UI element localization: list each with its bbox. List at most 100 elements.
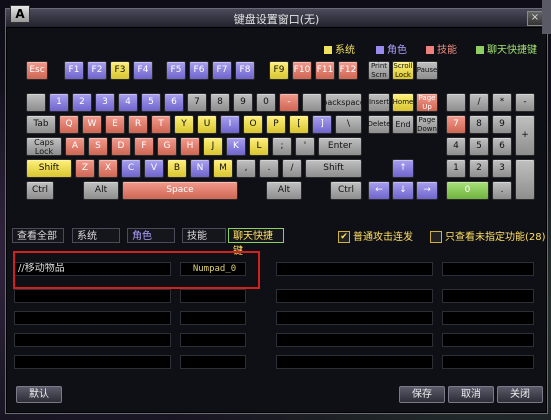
key-d[interactable]: D [111, 137, 131, 156]
key-print-scrn[interactable]: Print Scrn [368, 61, 390, 80]
key-8[interactable]: 8 [210, 93, 230, 112]
key-t[interactable]: T [151, 115, 171, 134]
key-z[interactable]: Z [75, 159, 95, 178]
key-g[interactable]: G [157, 137, 177, 156]
key-numpad-1[interactable]: 1 [446, 159, 466, 178]
key-e[interactable]: E [105, 115, 125, 134]
key-end[interactable]: End [392, 115, 414, 134]
key-numpad-multiply[interactable]: * [492, 93, 512, 112]
key-s[interactable]: S [88, 137, 108, 156]
key-page-down[interactable]: Page Down [416, 115, 438, 134]
key-left-bracket[interactable]: [ [289, 115, 309, 134]
normal-attack-checkbox[interactable]: ✔ [338, 231, 350, 243]
key-f11[interactable]: F11 [315, 61, 335, 80]
key-tab[interactable]: Tab [26, 115, 56, 134]
key-arrow-right[interactable]: → [416, 181, 438, 200]
binding-name-cell[interactable] [14, 311, 171, 325]
key-n[interactable]: N [190, 159, 210, 178]
key-numpad-dot[interactable]: . [492, 181, 512, 200]
key-p[interactable]: P [266, 115, 286, 134]
key-2[interactable]: 2 [72, 93, 92, 112]
key-backslash[interactable]: \ [335, 115, 362, 134]
key-i[interactable]: I [220, 115, 240, 134]
key-page-up[interactable]: Page Up [416, 93, 438, 112]
key-numpad-6[interactable]: 6 [492, 137, 512, 156]
tab-skill[interactable]: 技能 [182, 228, 226, 243]
unassigned-option[interactable]: 只查看未指定功能(28) [430, 228, 546, 243]
key-f[interactable]: F [134, 137, 154, 156]
key-numpad-4[interactable]: 4 [446, 137, 466, 156]
key-q[interactable]: Q [59, 115, 79, 134]
key-l[interactable]: L [249, 137, 269, 156]
key-numpad-enter[interactable] [515, 159, 535, 200]
key-slash[interactable]: / [282, 159, 302, 178]
key-f2[interactable]: F2 [87, 61, 107, 80]
key-1[interactable]: 1 [49, 93, 69, 112]
key-h[interactable]: H [180, 137, 200, 156]
key-a[interactable]: A [65, 137, 85, 156]
normal-attack-option[interactable]: ✔ 普通攻击连发 [338, 228, 413, 243]
key-ctrl-right[interactable]: Ctrl [330, 181, 362, 200]
key-equal[interactable] [302, 93, 322, 112]
key-f9[interactable]: F9 [269, 61, 289, 80]
key-numpad-8[interactable]: 8 [469, 115, 489, 134]
binding-key-cell[interactable] [180, 311, 246, 325]
key-9[interactable]: 9 [233, 93, 253, 112]
key-3[interactable]: 3 [95, 93, 115, 112]
tab-system[interactable]: 系统 [72, 228, 120, 243]
binding-key-cell[interactable] [442, 355, 534, 369]
key-minus[interactable]: - [279, 93, 299, 112]
key-arrow-down[interactable]: ↓ [392, 181, 414, 200]
key-f4[interactable]: F4 [133, 61, 153, 80]
key-w[interactable]: W [82, 115, 102, 134]
key-f7[interactable]: F7 [212, 61, 232, 80]
key-grave[interactable] [26, 93, 46, 112]
key-m[interactable]: M [213, 159, 233, 178]
key-v[interactable]: V [144, 159, 164, 178]
key-backspace[interactable]: backspace [322, 93, 365, 112]
key-7[interactable]: 7 [187, 93, 207, 112]
key-numpad-7[interactable]: 7 [446, 115, 466, 134]
key-x[interactable]: X [98, 159, 118, 178]
key-b[interactable]: B [167, 159, 187, 178]
key-6[interactable]: 6 [164, 93, 184, 112]
key-alt-left[interactable]: Alt [83, 181, 119, 200]
tab-chat-shortcut[interactable]: 聊天快捷键 [228, 228, 284, 257]
key-numpad-plus[interactable]: + [515, 115, 535, 156]
cancel-button[interactable]: 取消 [448, 386, 494, 403]
binding-name-cell[interactable] [276, 355, 433, 369]
unassigned-checkbox[interactable] [430, 231, 442, 243]
key-space[interactable]: Space [122, 181, 238, 200]
key-comma[interactable]: , [236, 159, 256, 178]
key-scroll-lock[interactable]: Scroll Lock [392, 61, 414, 80]
key-caps-lock[interactable]: Caps Lock [26, 137, 62, 156]
key-u[interactable]: U [197, 115, 217, 134]
scrollbar[interactable] [542, 0, 551, 34]
key-pause[interactable]: Pause [416, 61, 438, 80]
key-o[interactable]: O [243, 115, 263, 134]
key-k[interactable]: K [226, 137, 246, 156]
key-y[interactable]: Y [174, 115, 194, 134]
key-f6[interactable]: F6 [189, 61, 209, 80]
key-numpad-5[interactable]: 5 [469, 137, 489, 156]
key-c[interactable]: C [121, 159, 141, 178]
binding-key-cell[interactable] [180, 355, 246, 369]
close-button[interactable]: 关闭 [497, 386, 543, 403]
key-numpad-divide[interactable]: / [469, 93, 489, 112]
key-numpad-0[interactable]: 0 [446, 181, 489, 200]
binding-name-cell[interactable] [276, 311, 433, 325]
key-f8[interactable]: F8 [235, 61, 255, 80]
key-numpad-minus[interactable]: - [515, 93, 535, 112]
binding-name-cell[interactable] [276, 333, 433, 347]
binding-key-cell[interactable] [442, 333, 534, 347]
key-4[interactable]: 4 [118, 93, 138, 112]
key-shift-left[interactable]: Shift [26, 159, 72, 178]
tab-character[interactable]: 角色 [127, 228, 175, 243]
key-arrow-left[interactable]: ← [368, 181, 390, 200]
save-button[interactable]: 保存 [399, 386, 445, 403]
close-icon[interactable]: × [527, 11, 543, 26]
binding-key-cell[interactable] [180, 333, 246, 347]
key-quote[interactable]: ' [295, 137, 315, 156]
binding-key-cell[interactable] [442, 262, 534, 276]
key-arrow-up[interactable]: ↑ [392, 159, 414, 178]
